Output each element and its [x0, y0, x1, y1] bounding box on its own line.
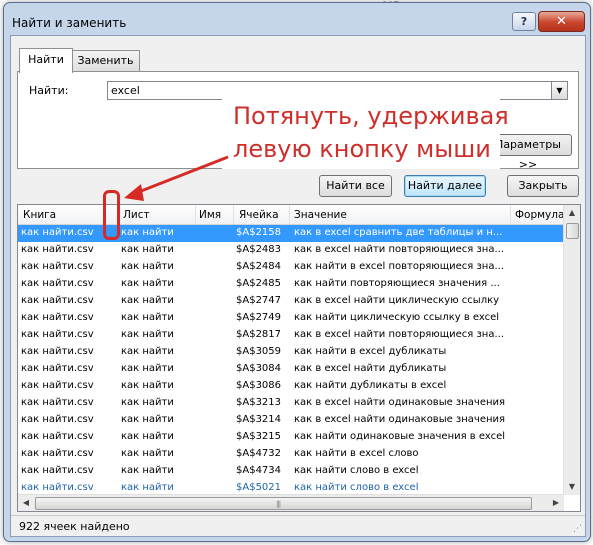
tab-find[interactable]: Найти	[19, 48, 73, 73]
column-resize-marker	[103, 190, 120, 240]
annotation-arrow-icon	[124, 155, 229, 201]
